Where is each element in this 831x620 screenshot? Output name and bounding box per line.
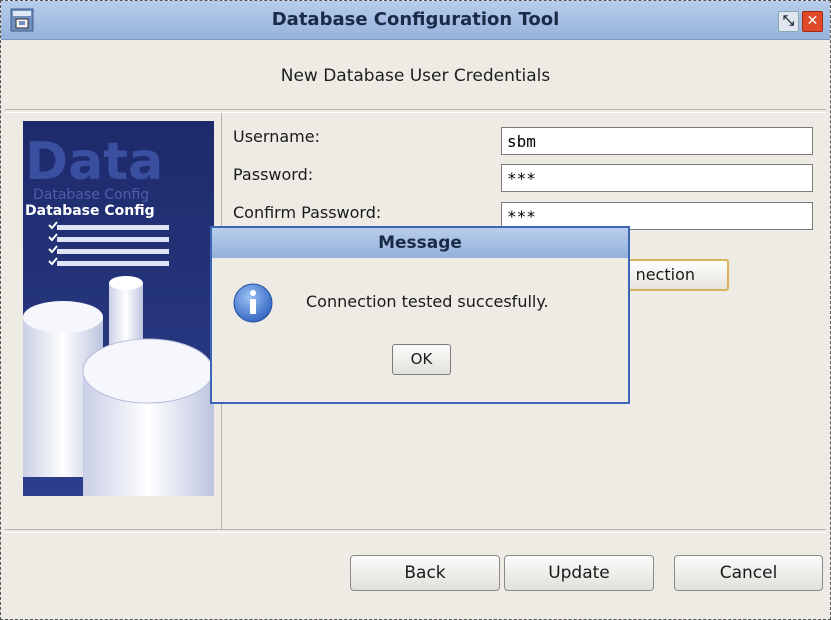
banner-caption-ghost: Database Config [33, 187, 149, 203]
username-label: Username: [233, 127, 320, 146]
password-field[interactable]: *** [501, 164, 813, 192]
restore-icon: ⤡ [782, 13, 795, 29]
footer-divider [5, 529, 826, 533]
app-window: Database Configuration Tool ⤡ ✕ New Data… [0, 0, 831, 620]
username-field[interactable]: sbm [501, 127, 813, 155]
confirm-password-label: Confirm Password: [233, 203, 382, 222]
ok-button[interactable]: OK [392, 344, 451, 375]
message-dialog: Message Connection tested succesfully. O… [210, 226, 630, 404]
info-icon [233, 283, 273, 323]
restore-window-button[interactable]: ⤡ [778, 11, 799, 32]
dialog-title[interactable]: Message [212, 228, 628, 258]
close-window-button[interactable]: ✕ [802, 11, 823, 32]
banner-caption: Database Config [25, 203, 155, 219]
page-title: New Database User Credentials [280, 66, 551, 86]
database-banner-image: Data Database Config Database Config [23, 121, 214, 496]
password-label: Password: [233, 165, 314, 184]
banner-big-text: Data [25, 132, 163, 192]
close-icon: ✕ [806, 13, 819, 29]
update-button[interactable]: Update [504, 555, 654, 591]
cancel-button[interactable]: Cancel [674, 555, 823, 591]
window-title: Database Configuration Tool [271, 9, 560, 30]
dialog-message: Connection tested succesfully. [306, 292, 549, 311]
back-button[interactable]: Back [350, 555, 500, 591]
title-bar[interactable]: Database Configuration Tool ⤡ ✕ [1, 1, 830, 40]
left-panel: Data Database Config Database Config [11, 113, 222, 529]
